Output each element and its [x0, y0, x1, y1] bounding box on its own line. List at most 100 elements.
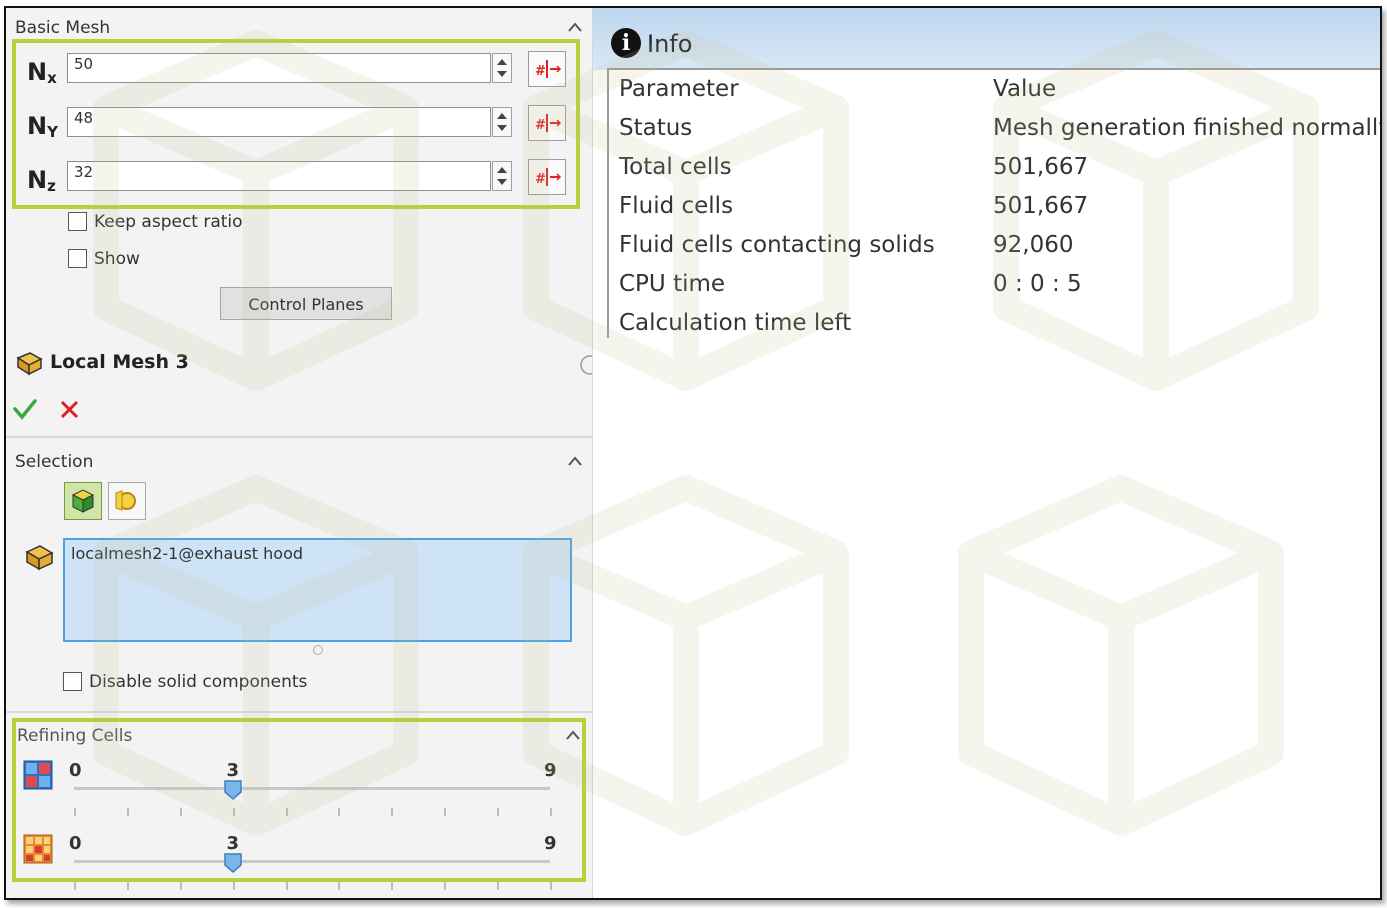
table-row[interactable]: Fluid cells contacting solids 92,060 — [609, 232, 1380, 270]
slider1-tick — [180, 808, 182, 816]
info-header: i Info — [593, 8, 1380, 70]
nz-auto-icon[interactable]: # — [528, 159, 566, 195]
slider2-tick — [286, 882, 288, 890]
selection-list[interactable]: localmesh2-1@exhaust hood — [63, 538, 572, 642]
filter-faces-icon[interactable] — [108, 482, 146, 520]
slider2-tick — [338, 882, 340, 890]
row-value: Mesh generation finished normally. — [993, 115, 1382, 141]
refining-title: Refining Cells — [17, 726, 133, 746]
basic-mesh-title: Basic Mesh — [15, 18, 111, 38]
disable-solid-label: Disable solid components — [89, 672, 308, 692]
local-mesh-icon — [14, 350, 44, 376]
ny-label: NY — [27, 112, 58, 141]
slider1-tick — [550, 808, 552, 816]
ny-input[interactable]: 48 — [67, 107, 491, 137]
selection-title: Selection — [15, 452, 94, 472]
ny-auto-icon[interactable]: # — [528, 105, 566, 141]
row-param: Status — [619, 115, 693, 141]
table-row[interactable]: CPU time 0 : 0 : 5 — [609, 271, 1380, 309]
resize-handle-icon[interactable] — [313, 645, 323, 655]
local-mesh-item-icon — [24, 542, 56, 572]
refine-fluid-icon — [23, 760, 53, 790]
column-header-parameter: Parameter — [619, 76, 739, 102]
slider2-tick — [444, 882, 446, 890]
slider2-tick — [233, 882, 235, 890]
slider1-min: 0 — [69, 760, 82, 781]
nx-label: Nx — [27, 58, 57, 87]
info-panel: i Info Parameter Value Status Mesh gener… — [593, 8, 1380, 898]
nx-input[interactable]: 50 — [67, 53, 491, 83]
row-param: Fluid cells contacting solids — [619, 232, 935, 258]
table-header-row: Parameter Value — [609, 76, 1380, 114]
disable-solid-checkbox[interactable] — [63, 672, 82, 691]
slider2-max: 9 — [544, 833, 557, 854]
keep-aspect-ratio-checkbox[interactable] — [68, 212, 87, 231]
nx-spinner[interactable] — [492, 53, 512, 83]
show-label: Show — [94, 249, 140, 269]
collapse-basic-mesh-icon[interactable] — [568, 20, 582, 34]
show-checkbox[interactable] — [68, 249, 87, 268]
nz-spinner[interactable] — [492, 161, 512, 191]
row-param: Fluid cells — [619, 193, 734, 219]
slider2-tick — [497, 882, 499, 890]
cancel-x-icon[interactable] — [58, 398, 82, 422]
collapse-selection-icon[interactable] — [568, 454, 582, 468]
app-window: Basic Mesh Nx 50 # NY 48 # Nz 32 # Keep … — [4, 6, 1382, 900]
slider1-track[interactable] — [74, 787, 550, 790]
local-mesh-header: Local Mesh 3 — [6, 338, 600, 438]
slider2-thumb[interactable] — [223, 853, 242, 873]
collapse-refining-icon[interactable] — [566, 728, 580, 742]
filter-components-icon[interactable] — [64, 482, 102, 520]
ok-check-icon[interactable] — [12, 396, 38, 422]
slider2-tick — [180, 882, 182, 890]
svg-text:#: # — [535, 118, 546, 133]
slider1-value: 3 — [226, 760, 240, 781]
slider1-max: 9 — [544, 760, 557, 781]
row-value: 0 : 0 : 5 — [993, 271, 1082, 297]
slider2-tick — [127, 882, 129, 890]
svg-text:#: # — [535, 172, 546, 187]
slider1-tick — [74, 808, 76, 816]
slider1-tick — [127, 808, 129, 816]
row-value: 501,667 — [993, 193, 1089, 219]
info-icon: i — [611, 28, 641, 58]
slider1-tick — [286, 808, 288, 816]
slider1-tick — [233, 808, 235, 816]
column-header-value: Value — [993, 76, 1057, 102]
slider1-thumb[interactable] — [223, 780, 242, 800]
row-param: CPU time — [619, 271, 726, 297]
nz-label: Nz — [27, 166, 56, 195]
row-value: 92,060 — [993, 232, 1074, 258]
table-row[interactable]: Status Mesh generation finished normally… — [609, 115, 1382, 153]
slider2-tick — [550, 882, 552, 890]
help-icon[interactable] — [578, 354, 600, 376]
row-param: Total cells — [619, 154, 732, 180]
nx-auto-icon[interactable]: # — [528, 51, 566, 87]
section-divider — [6, 711, 592, 713]
selection-item[interactable]: localmesh2-1@exhaust hood — [71, 544, 564, 563]
keep-aspect-ratio-label: Keep aspect ratio — [94, 212, 243, 232]
info-title: Info — [647, 30, 693, 58]
row-value: 501,667 — [993, 154, 1089, 180]
ny-spinner[interactable] — [492, 107, 512, 137]
slider2-value: 3 — [226, 833, 240, 854]
control-planes-button[interactable]: Control Planes — [220, 287, 392, 320]
slider2-min: 0 — [69, 833, 82, 854]
section-divider — [6, 436, 592, 438]
slider1-tick — [444, 808, 446, 816]
local-mesh-title: Local Mesh 3 — [50, 351, 189, 373]
slider2-tick — [74, 882, 76, 890]
info-table: Parameter Value Status Mesh generation f… — [607, 68, 1382, 338]
svg-text:#: # — [535, 64, 546, 79]
slider2-tick — [391, 882, 393, 890]
row-param: Calculation time left — [619, 310, 852, 336]
table-row[interactable]: Fluid cells 501,667 — [609, 193, 1380, 231]
table-row[interactable]: Total cells 501,667 — [609, 154, 1380, 192]
slider2-track[interactable] — [74, 860, 550, 863]
nz-input[interactable]: 32 — [67, 161, 491, 191]
slider1-tick — [338, 808, 340, 816]
slider1-tick — [391, 808, 393, 816]
property-manager-panel: Basic Mesh Nx 50 # NY 48 # Nz 32 # Keep … — [6, 8, 600, 898]
table-row[interactable]: Calculation time left — [609, 310, 1380, 348]
refine-solid-icon — [23, 834, 53, 864]
